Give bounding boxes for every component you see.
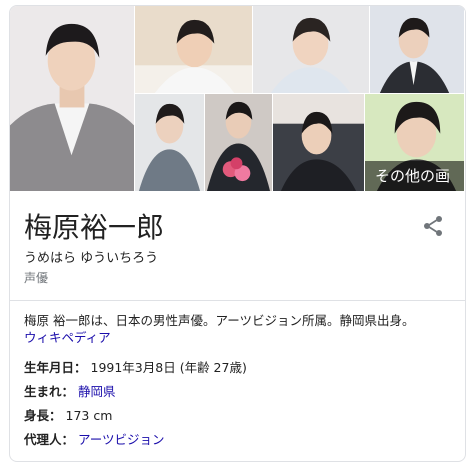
image-gallery: その他の画像: [10, 6, 465, 192]
entity-category: 声優: [24, 271, 49, 285]
gallery-image-8[interactable]: その他の画像: [365, 94, 465, 192]
section-divider: [10, 300, 465, 301]
gallery-image-6[interactable]: [205, 94, 273, 192]
wikipedia-link[interactable]: ウィキペディア: [24, 330, 111, 345]
gallery-image-5[interactable]: [135, 94, 205, 192]
share-icon: [424, 216, 442, 236]
entity-header: 梅原裕一郎 うめはら ゆういちろう 声優: [10, 192, 465, 292]
birthplace-link[interactable]: 静岡県: [78, 384, 116, 399]
gallery-image-main[interactable]: [10, 6, 135, 192]
facts-list: 生年月日： 1991年3月8日 (年齢 27歳) 生まれ： 静岡県 身長： 17…: [24, 356, 454, 452]
fact-label[interactable]: 生まれ：: [24, 384, 74, 399]
gallery-image-3[interactable]: [253, 6, 370, 94]
more-images-button[interactable]: その他の画像: [365, 161, 464, 191]
fact-value: 173 cm: [65, 408, 113, 423]
description-text: 梅原 裕一郎は、日本の男性声優。アーツビジョン所属。静岡県出身。: [24, 313, 415, 328]
fact-row-agency: 代理人： アーツビジョン: [24, 428, 454, 452]
fact-label[interactable]: 身長：: [24, 408, 62, 423]
fact-label[interactable]: 代理人：: [24, 432, 74, 447]
gallery-image-2[interactable]: [135, 6, 253, 94]
gallery-image-4[interactable]: [370, 6, 465, 94]
fact-row-birthdate: 生年月日： 1991年3月8日 (年齢 27歳): [24, 356, 454, 380]
knowledge-panel: その他の画像 梅原裕一郎 うめはら ゆういちろう 声優 梅原 裕一郎は、日本の男…: [9, 5, 466, 462]
entity-reading: うめはら ゆういちろう: [24, 251, 159, 266]
gallery-image-7[interactable]: [273, 94, 365, 192]
agency-link[interactable]: アーツビジョン: [78, 432, 165, 447]
fact-value: 1991年3月8日 (年齢 27歳): [90, 360, 247, 375]
entity-title: 梅原裕一郎: [24, 211, 165, 244]
fact-row-birthplace: 生まれ： 静岡県: [24, 380, 454, 404]
entity-description: 梅原 裕一郎は、日本の男性声優。アーツビジョン所属。静岡県出身。 ウィキペディア: [24, 312, 454, 346]
share-button[interactable]: [421, 214, 445, 238]
fact-row-height: 身長： 173 cm: [24, 404, 454, 428]
fact-label: 生年月日：: [24, 360, 87, 375]
